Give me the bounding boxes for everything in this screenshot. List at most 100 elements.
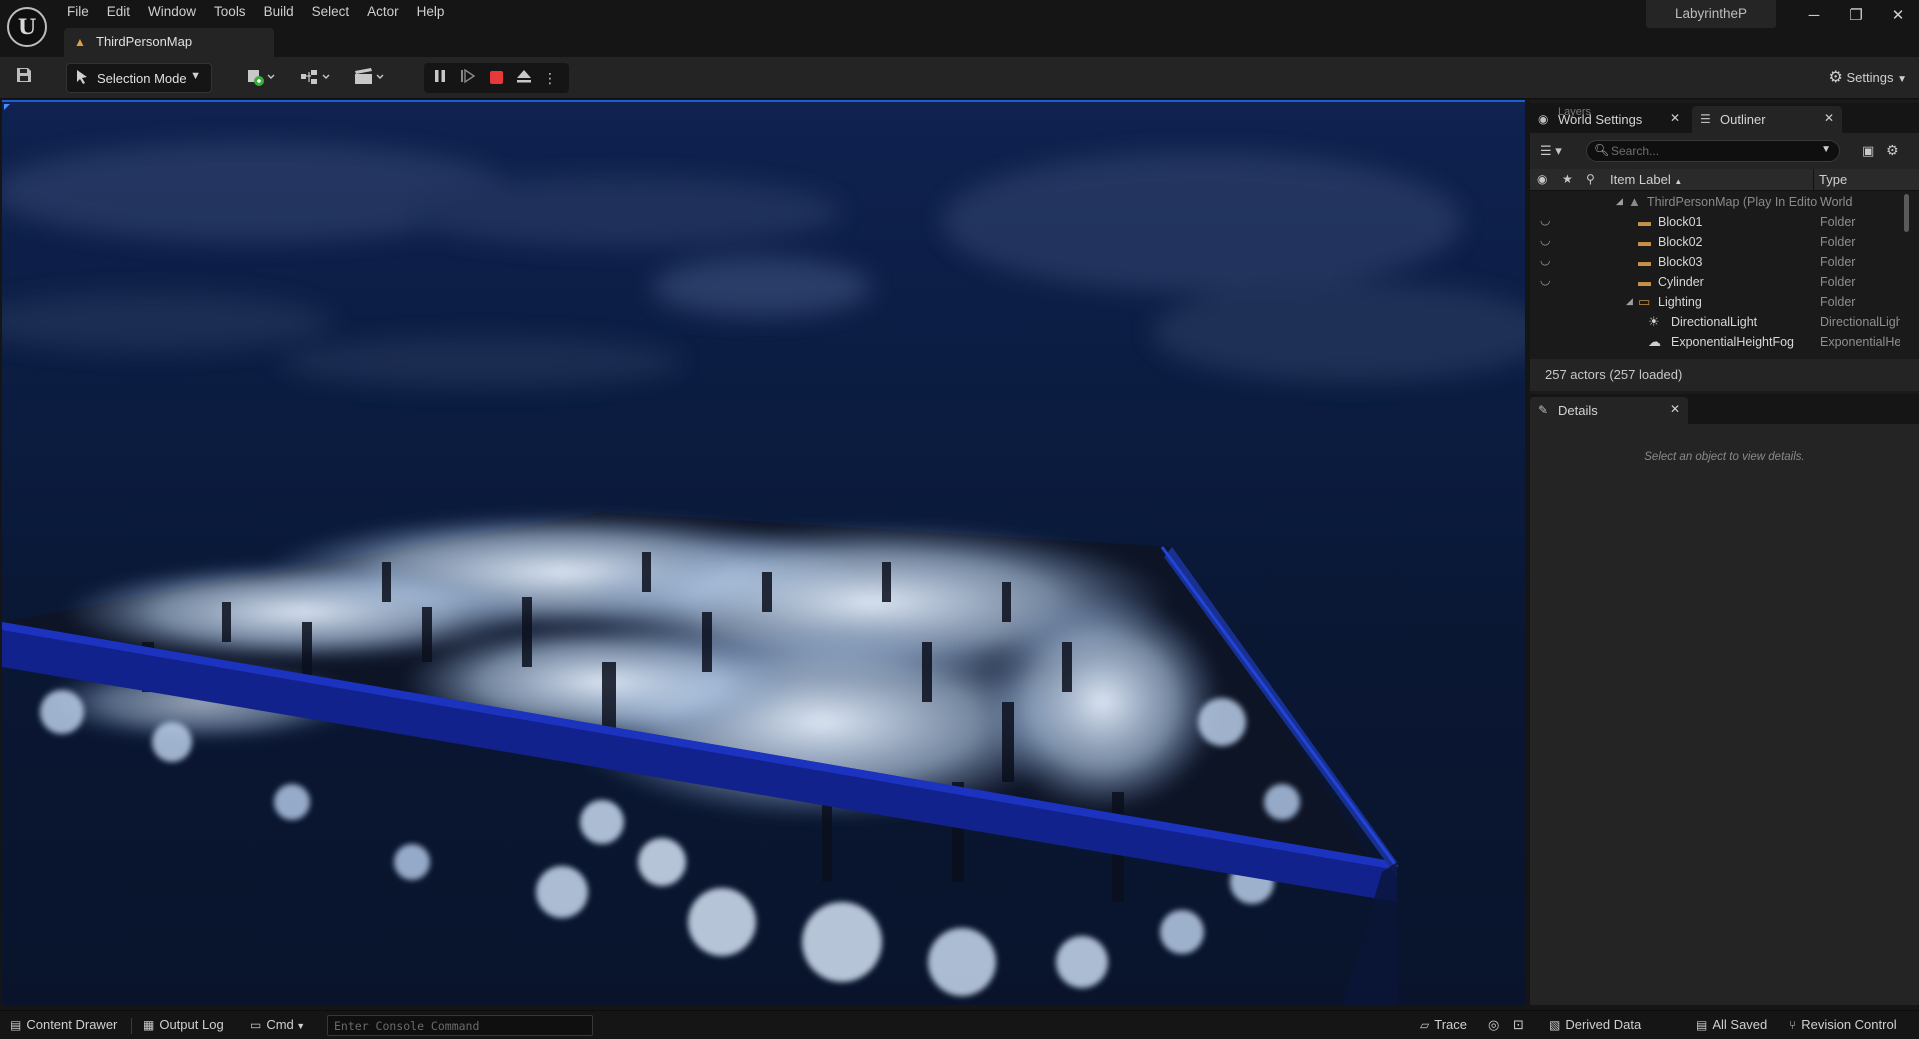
tab-outliner[interactable]: ☰ Outliner ✕ bbox=[1692, 106, 1842, 133]
menu-edit[interactable]: Edit bbox=[98, 0, 139, 24]
tab-world-settings[interactable]: ◉ Layers World Settings ✕ bbox=[1530, 106, 1688, 133]
folder-open-icon: ▭ bbox=[1638, 294, 1651, 309]
tree-row-exponentialheightfog[interactable]: ☁ ExponentialHeightFog ExponentialHeight… bbox=[1530, 332, 1902, 351]
close-icon[interactable]: ✕ bbox=[1824, 111, 1834, 125]
level-viewport[interactable] bbox=[2, 100, 1525, 1005]
content-drawer-icon: ▤ bbox=[10, 1018, 22, 1032]
selection-mode-icon bbox=[75, 69, 89, 88]
menu-file[interactable]: File bbox=[58, 0, 98, 24]
close-icon[interactable]: ✕ bbox=[1670, 111, 1680, 125]
chevron-down-icon: ▼ bbox=[190, 70, 201, 82]
add-folder-icon[interactable]: ▣ bbox=[1862, 143, 1874, 159]
details-empty-message: Select an object to view details. bbox=[1644, 451, 1805, 463]
close-window-button[interactable]: ✕ bbox=[1877, 0, 1919, 32]
save-icon[interactable] bbox=[14, 67, 34, 89]
menu-window[interactable]: Window bbox=[139, 0, 205, 24]
play-controls: ⋮ bbox=[424, 63, 569, 93]
blueprint-icon[interactable] bbox=[298, 67, 334, 93]
menu-actor[interactable]: Actor bbox=[358, 0, 408, 24]
outliner-icon: ☰ bbox=[1700, 112, 1711, 126]
title-bar: U File Edit Window Tools Build Select Ac… bbox=[0, 0, 1919, 57]
stop-icon[interactable] bbox=[484, 68, 508, 88]
column-divider[interactable] bbox=[1813, 169, 1814, 191]
tree-row-block01[interactable]: ◡ ▬ Block01 Folder bbox=[1530, 212, 1902, 232]
tab-thirdpersonmap[interactable]: ▲ ThirdPersonMap bbox=[64, 28, 274, 57]
tree-row-block03[interactable]: ◡ ▬ Block03 Folder bbox=[1530, 252, 1902, 272]
tree-row-type: Folder bbox=[1820, 255, 1856, 269]
restore-button[interactable]: ❐ bbox=[1835, 0, 1877, 32]
viewport-scene bbox=[2, 102, 1525, 1005]
content-drawer-label: Content Drawer bbox=[26, 1017, 118, 1032]
content-drawer-button[interactable]: ▤ Content Drawer bbox=[10, 1017, 117, 1032]
trace-button[interactable]: ▱ Trace bbox=[1420, 1017, 1467, 1032]
more-options-icon[interactable]: ⋮ bbox=[538, 68, 562, 88]
eject-icon[interactable] bbox=[512, 68, 536, 88]
add-actor-icon[interactable] bbox=[244, 67, 278, 93]
column-item-label[interactable]: Item Label ▲ bbox=[1610, 172, 1682, 187]
folder-icon: ▬ bbox=[1638, 274, 1651, 289]
tree-row-type: Folder bbox=[1820, 295, 1856, 309]
menu-tools[interactable]: Tools bbox=[205, 0, 255, 24]
tree-row-label: Block02 bbox=[1658, 235, 1703, 249]
menu-build[interactable]: Build bbox=[255, 0, 303, 24]
derived-data-icon: ▧ bbox=[1549, 1018, 1561, 1032]
trace-icon: ▱ bbox=[1420, 1018, 1430, 1032]
settings-button[interactable]: ⚙ Settings ▼ bbox=[1829, 66, 1907, 90]
tree-row-directionallight[interactable]: ☀ DirectionalLight DirectionalLight bbox=[1530, 312, 1902, 332]
details-tab-bar: ✎ Details ✕ bbox=[1530, 394, 1919, 424]
settings-label: Settings bbox=[1846, 70, 1894, 85]
minimize-button[interactable]: ─ bbox=[1793, 0, 1835, 32]
menu-select[interactable]: Select bbox=[303, 0, 359, 24]
expand-arrow-icon[interactable]: ◢ bbox=[1616, 196, 1623, 207]
visibility-eye-icon[interactable]: ◡ bbox=[1540, 233, 1550, 247]
tree-row-cylinder[interactable]: ◡ ▬ Cylinder Folder bbox=[1530, 272, 1902, 292]
expand-arrow-icon[interactable]: ◢ bbox=[1626, 296, 1633, 307]
visibility-eye-icon[interactable]: ◡ bbox=[1540, 273, 1550, 287]
folder-icon: ▬ bbox=[1638, 214, 1651, 229]
derived-data-button[interactable]: ▧ Derived Data bbox=[1549, 1017, 1641, 1032]
star-icon[interactable]: ★ bbox=[1562, 172, 1573, 186]
output-log-button[interactable]: ▦ Output Log bbox=[143, 1017, 224, 1032]
tree-row-label: Block01 bbox=[1658, 215, 1703, 229]
folder-icon: ▬ bbox=[1638, 254, 1651, 269]
chevron-down-icon[interactable]: ▼ bbox=[1821, 144, 1831, 155]
revision-control-button[interactable]: ⑂ Revision Control bbox=[1789, 1017, 1897, 1032]
visibility-eye-icon[interactable]: ◡ bbox=[1540, 253, 1550, 267]
outliner-tab-bar: ◉ Layers World Settings ✕ ☰ Outliner ✕ bbox=[1530, 103, 1919, 133]
tab-world-settings-label: World Settings bbox=[1558, 112, 1643, 127]
tree-row-block02[interactable]: ◡ ▬ Block02 Folder bbox=[1530, 232, 1902, 252]
all-saved-button[interactable]: ▤ All Saved bbox=[1696, 1017, 1767, 1032]
frame-skip-icon[interactable] bbox=[456, 68, 480, 88]
tree-row-label: ThirdPersonMap (Play In Editor) bbox=[1647, 195, 1817, 209]
pin-icon[interactable]: ⚲ bbox=[1586, 172, 1595, 186]
cmd-dropdown[interactable]: ▭ Cmd ▼ bbox=[250, 1017, 305, 1032]
unreal-logo-icon[interactable]: U bbox=[7, 7, 47, 47]
console-command-input[interactable] bbox=[327, 1015, 593, 1036]
record-icon[interactable]: ◎ bbox=[1488, 1017, 1499, 1033]
outliner-tree: ◢ ▲ ThirdPersonMap (Play In Editor) Worl… bbox=[1530, 192, 1902, 351]
selection-mode-label: Selection Mode bbox=[97, 71, 187, 86]
tab-details-label: Details bbox=[1558, 403, 1598, 418]
column-item-label-text: Item Label bbox=[1610, 172, 1671, 187]
pause-icon[interactable] bbox=[428, 68, 452, 88]
filter-icon[interactable]: ☰ ▾ bbox=[1540, 143, 1562, 159]
outliner-scrollbar[interactable] bbox=[1904, 194, 1909, 232]
selection-mode-dropdown[interactable]: Selection Mode ▼ bbox=[66, 63, 212, 93]
tree-row-label: DirectionalLight bbox=[1671, 315, 1758, 329]
gear-icon[interactable]: ⚙ bbox=[1886, 142, 1899, 159]
visibility-eye-icon[interactable]: ◡ bbox=[1540, 213, 1550, 227]
search-icon: 🔍︎ bbox=[1594, 143, 1610, 157]
column-type[interactable]: Type bbox=[1819, 172, 1847, 187]
visibility-eye-icon[interactable]: ◉ bbox=[1537, 172, 1547, 186]
chevron-down-icon: ▼ bbox=[293, 1021, 306, 1031]
cinematics-icon[interactable] bbox=[352, 67, 388, 93]
chevron-down-icon: ▼ bbox=[1897, 74, 1907, 85]
menu-help[interactable]: Help bbox=[408, 0, 454, 24]
tree-row-label: Lighting bbox=[1658, 295, 1702, 309]
close-icon[interactable]: ✕ bbox=[1670, 402, 1680, 416]
tab-details[interactable]: ✎ Details ✕ bbox=[1530, 397, 1688, 424]
tree-row-lighting[interactable]: ◢ ▭ Lighting Folder bbox=[1530, 292, 1902, 312]
outliner-search-input[interactable] bbox=[1611, 143, 1811, 159]
tree-row-world[interactable]: ◢ ▲ ThirdPersonMap (Play In Editor) Worl… bbox=[1530, 192, 1902, 212]
camera-icon[interactable]: ⊡ bbox=[1513, 1017, 1524, 1033]
